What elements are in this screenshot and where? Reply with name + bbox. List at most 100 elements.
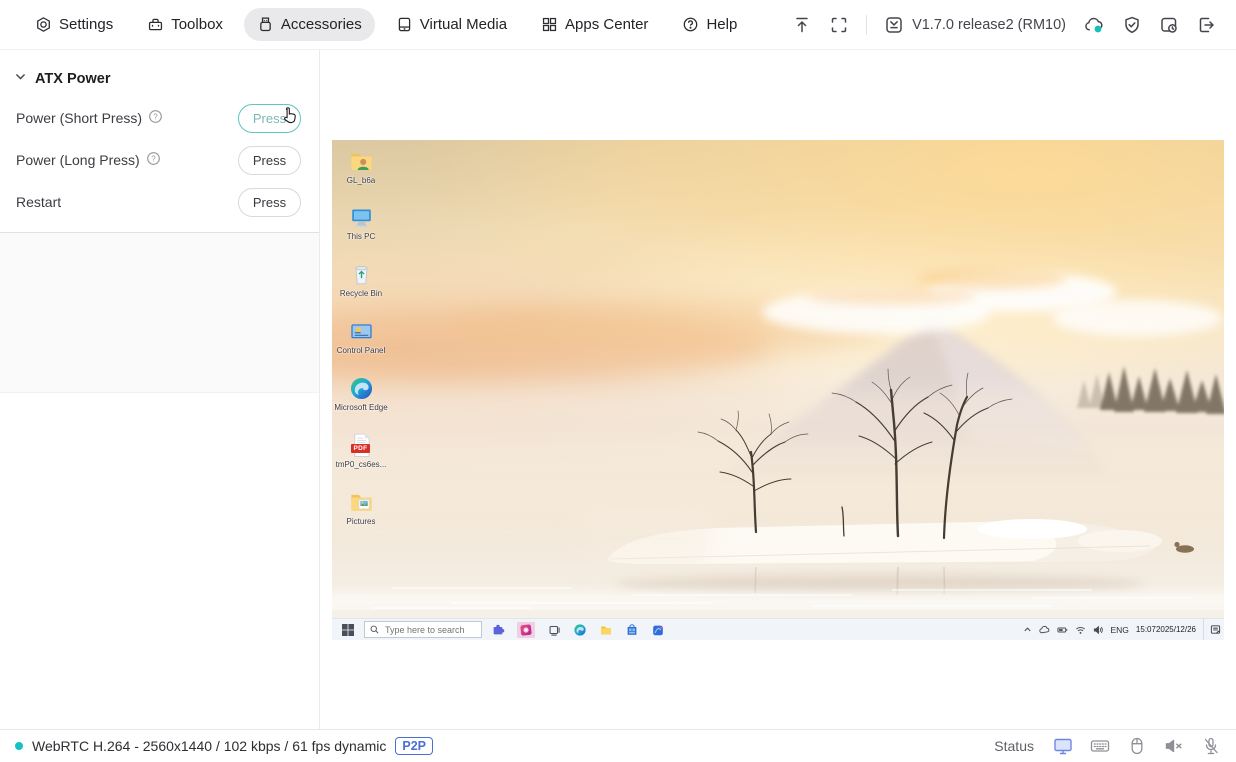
pdf-file-art: PDF: [348, 432, 375, 459]
speaker-muted-icon[interactable]: [1164, 736, 1184, 756]
tray-battery-icon[interactable]: [1056, 625, 1068, 635]
remote-view-area: GL_b6a This PC Recycle Bin Control Panel…: [320, 50, 1236, 729]
edge-taskbar-icon[interactable]: [573, 623, 587, 637]
nav-virtual-media[interactable]: Virtual Media: [383, 8, 520, 41]
help-circle-icon[interactable]: ?: [148, 109, 163, 127]
desktop-icon-label: Microsoft Edge: [334, 403, 388, 412]
tray-wifi-icon[interactable]: [1075, 625, 1086, 635]
row-label-wrap: Power (Short Press) ?: [16, 109, 163, 127]
desktop-icon-recycle-bin[interactable]: Recycle Bin: [337, 261, 385, 298]
wallpaper-scene: [332, 269, 1224, 640]
toolbox-icon: [147, 16, 164, 33]
tray-onedrive-cloud-icon[interactable]: [1038, 625, 1050, 635]
desktop-icon-user-folder[interactable]: GL_b6a: [337, 148, 385, 185]
atx-row-restart: Restart Press: [0, 181, 319, 223]
panel-empty-section: [0, 233, 319, 393]
security-shield-icon[interactable]: [1122, 15, 1142, 35]
scroll-top-icon[interactable]: [792, 15, 812, 35]
pdf-badge: PDF: [350, 444, 371, 453]
mail-app-icon[interactable]: [651, 623, 665, 637]
row-label-wrap: Power (Long Press) ?: [16, 151, 161, 169]
task-view-icon[interactable]: [547, 623, 561, 637]
tray-time: 15:07: [1135, 624, 1156, 634]
connection-info: WebRTC H.264 - 2560x1440 / 102 kbps / 61…: [15, 737, 433, 755]
topbar-actions: V1.7.0 release2 (RM10): [792, 14, 1216, 35]
system-tray: ENG 15:07 2025/12/26: [1023, 618, 1225, 640]
chevron-down-icon: [14, 70, 27, 87]
nav-apps-center[interactable]: Apps Center: [528, 8, 661, 41]
svg-text:?: ?: [151, 154, 156, 163]
action-center-icon[interactable]: [1203, 618, 1221, 640]
nav-label: Apps Center: [565, 16, 649, 33]
main-nav: Settings Toolbox Accessories Virtual Med…: [22, 8, 750, 41]
nav-help[interactable]: Help: [669, 8, 750, 41]
desktop-icon-pdf-file[interactable]: PDF tmP0_cs6es...: [335, 432, 387, 469]
atx-power-section-header[interactable]: ATX Power: [0, 62, 319, 97]
restart-press-button[interactable]: Press: [238, 187, 301, 217]
desktop-icon-label: Pictures: [346, 517, 376, 526]
kvm-app: Settings Toolbox Accessories Virtual Med…: [0, 0, 1236, 762]
desktop-icon-label: Control Panel: [336, 346, 386, 355]
connection-dot: [15, 742, 23, 750]
taskbar-search[interactable]: [364, 621, 482, 638]
power-long-press-button[interactable]: Press: [238, 145, 301, 175]
version-chip: V1.7.0 release2 (RM10): [884, 15, 1066, 35]
cloud-status-icon[interactable]: [1083, 15, 1105, 35]
nav-label: Settings: [59, 16, 114, 33]
settings-icon: [35, 16, 52, 33]
nav-toolbox[interactable]: Toolbox: [134, 8, 236, 41]
keyboard-status-icon[interactable]: [1090, 736, 1110, 756]
search-input[interactable]: [383, 623, 476, 636]
atx-power-panel: ATX Power Power (Short Press) ? Press Po…: [0, 50, 320, 729]
nav-label: Virtual Media: [419, 16, 508, 33]
taskbar-apps: [491, 621, 665, 638]
nav-label: Help: [706, 16, 738, 33]
desktop-icon-edge[interactable]: Microsoft Edge: [334, 375, 388, 412]
section-title: ATX Power: [35, 70, 111, 87]
store-icon[interactable]: [625, 623, 639, 637]
row-label: Restart: [16, 194, 62, 210]
tray-clock[interactable]: 15:07 2025/12/26: [1136, 625, 1196, 635]
tray-volume-icon[interactable]: [1093, 625, 1104, 635]
mouse-status-icon[interactable]: [1127, 736, 1147, 756]
firmware-update-icon[interactable]: [884, 15, 904, 35]
nav-accessories[interactable]: Accessories: [243, 8, 375, 41]
firmware-version: V1.7.0 release2 (RM10): [912, 16, 1066, 33]
widgets-puzzle-icon[interactable]: [491, 623, 505, 637]
logout-icon[interactable]: [1196, 15, 1216, 35]
tray-language[interactable]: ENG: [1111, 625, 1129, 635]
help-icon: [682, 16, 699, 33]
atx-row-power-long: Power (Long Press) ? Press: [0, 139, 319, 181]
display-status-icon[interactable]: [1053, 736, 1073, 756]
help-circle-icon[interactable]: ?: [146, 151, 161, 169]
desktop-icon-label: GL_b6a: [346, 176, 376, 185]
desktop-icon-control-panel[interactable]: Control Panel: [337, 318, 385, 355]
topbar: Settings Toolbox Accessories Virtual Med…: [0, 0, 1236, 50]
usb-accessories-icon: [257, 16, 274, 33]
power-short-press-button[interactable]: Press: [238, 103, 301, 133]
row-label: Power (Short Press): [16, 110, 143, 126]
microphone-muted-icon[interactable]: [1201, 736, 1221, 756]
p2p-badge: P2P: [395, 737, 433, 755]
start-button[interactable]: [332, 623, 364, 636]
row-label-wrap: Restart: [16, 194, 61, 210]
tray-date: 2025/12/26: [1155, 624, 1196, 634]
remote-screen[interactable]: GL_b6a This PC Recycle Bin Control Panel…: [332, 140, 1224, 640]
row-label: Power (Long Press): [16, 152, 140, 168]
desktop-icon-pictures[interactable]: Pictures: [337, 489, 385, 526]
nav-label: Accessories: [280, 16, 362, 33]
desktop-icon-label: This PC: [346, 232, 376, 241]
tray-chevron-up-icon[interactable]: [1023, 625, 1032, 634]
divider: [866, 14, 868, 35]
remote-taskbar: ENG 15:07 2025/12/26: [332, 618, 1224, 640]
desktop-icon-label: tmP0_cs6es...: [335, 460, 387, 469]
nav-settings[interactable]: Settings: [22, 8, 126, 41]
main-area: ATX Power Power (Short Press) ? Press Po…: [0, 50, 1236, 729]
desktop-icon-label: Recycle Bin: [339, 289, 383, 298]
file-explorer-icon[interactable]: [599, 623, 613, 637]
duck: [1174, 541, 1194, 553]
session-history-icon[interactable]: [1159, 15, 1179, 35]
desktop-icon-this-pc[interactable]: This PC: [337, 204, 385, 241]
photos-icon[interactable]: [517, 621, 535, 638]
fullscreen-icon[interactable]: [829, 15, 849, 35]
